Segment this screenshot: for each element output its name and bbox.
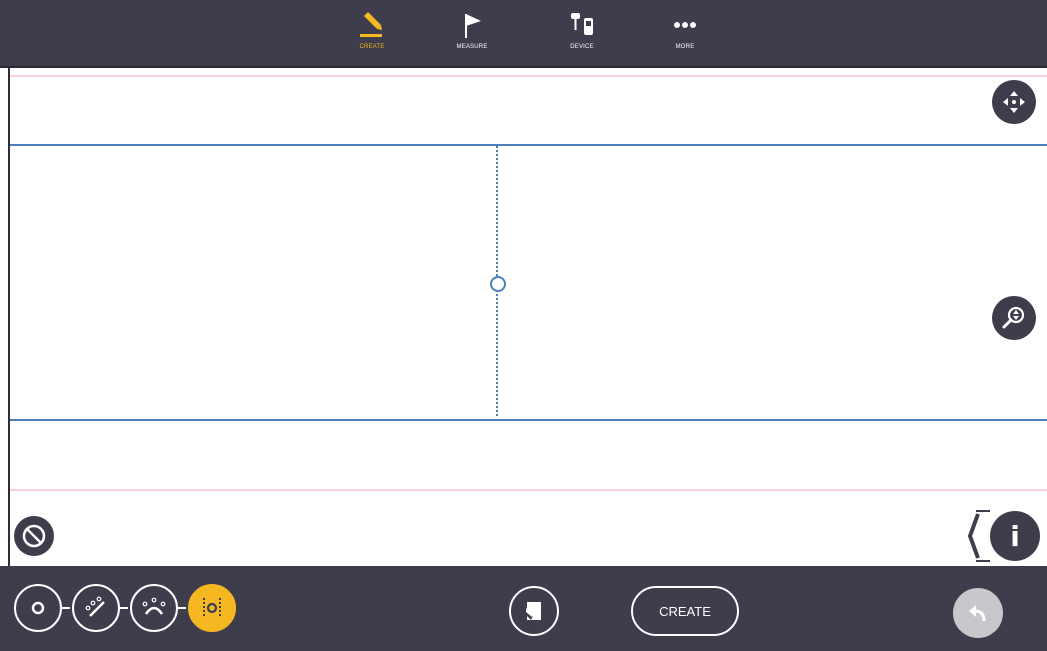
pink-guide-line-bottom	[10, 489, 1047, 491]
tab-device-label: DEVICE	[570, 44, 594, 50]
bottom-toolbar: CREATE	[0, 566, 1047, 651]
drawing-canvas[interactable]: i	[0, 68, 1047, 566]
info-icon: i	[1010, 519, 1020, 553]
tab-more-label: MORE	[675, 44, 695, 50]
pan-button[interactable]	[992, 80, 1036, 124]
tab-measure-label: MEASURE	[456, 44, 488, 50]
info-button[interactable]: i	[990, 511, 1040, 561]
line-mode-button[interactable]	[72, 584, 120, 632]
line-mode-icon	[85, 596, 105, 617]
cancel-icon	[22, 524, 46, 548]
create-button[interactable]: CREATE	[631, 586, 739, 636]
offset-mode-button[interactable]	[188, 584, 236, 632]
tab-create-label: CREATE	[359, 44, 385, 50]
offset-mode-icon	[203, 598, 221, 618]
mode-connector	[178, 607, 186, 609]
device-icon	[567, 10, 597, 40]
pencil-icon	[357, 10, 387, 40]
more-dots-icon	[670, 10, 700, 40]
pink-guide-line-top	[10, 75, 1047, 77]
mode-selector	[14, 584, 244, 634]
tab-create[interactable]: CREATE	[332, 10, 412, 62]
cancel-button[interactable]	[14, 516, 54, 556]
zoom-icon	[1002, 306, 1025, 329]
mode-connector	[120, 607, 128, 609]
point-marker[interactable]	[490, 276, 506, 292]
arc-mode-icon	[142, 597, 166, 615]
note-button[interactable]	[509, 586, 559, 636]
point-mode-icon	[31, 601, 45, 615]
arc-mode-button[interactable]	[130, 584, 178, 632]
mode-connector	[62, 607, 70, 609]
chevron-left-icon[interactable]	[964, 508, 990, 564]
move-arrows-icon	[1003, 91, 1025, 113]
blue-line-bottom	[10, 419, 1047, 421]
blue-line-top	[10, 144, 1047, 146]
top-nav-bar: CREATE MEASURE DEVICE MORE	[0, 0, 1047, 68]
flag-icon	[457, 10, 487, 40]
tab-device[interactable]: DEVICE	[542, 10, 622, 62]
canvas-left-edge	[8, 68, 10, 566]
tab-measure[interactable]: MEASURE	[432, 10, 512, 62]
point-mode-button[interactable]	[14, 584, 62, 632]
zoom-button[interactable]	[992, 296, 1036, 340]
undo-button[interactable]	[953, 588, 1003, 638]
note-icon	[525, 602, 541, 620]
undo-icon	[969, 605, 986, 622]
tab-more[interactable]: MORE	[645, 10, 725, 62]
